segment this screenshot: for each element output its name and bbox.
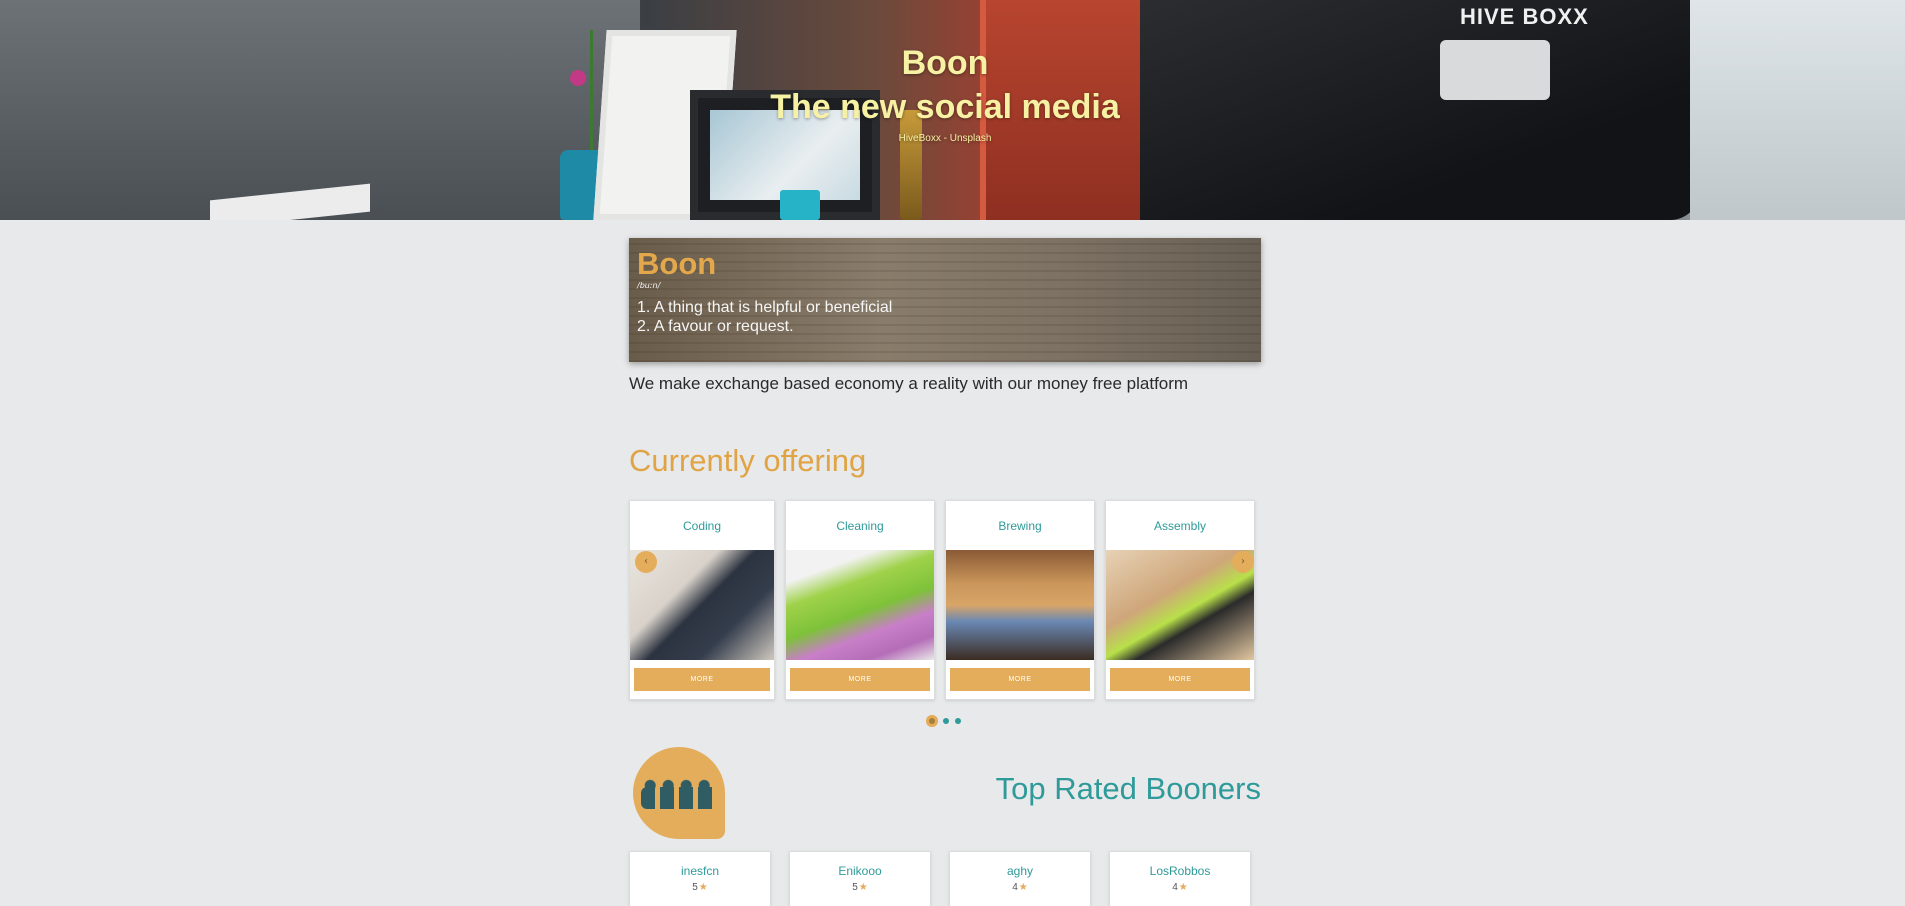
- more-button[interactable]: MORE: [950, 668, 1090, 691]
- definition-card: Boon /buːn/ 1. A thing that is helpful o…: [629, 238, 1261, 362]
- chevron-right-icon[interactable]: ›: [1232, 551, 1254, 573]
- hero-photo-credit[interactable]: HiveBoxx - Unsplash: [0, 133, 1890, 144]
- star-icon: ★: [1178, 882, 1188, 893]
- user-name[interactable]: inesfcn: [630, 864, 770, 878]
- hero-title: Boon: [901, 44, 989, 82]
- offering-card[interactable]: Coding MORE: [629, 500, 775, 700]
- offering-category: Coding: [682, 519, 722, 533]
- user-card[interactable]: aghy 4★: [949, 851, 1091, 906]
- hero-subtitle: The new social media: [770, 88, 1120, 126]
- hero-box-brand: HIVE BOXX: [1460, 4, 1589, 29]
- more-button[interactable]: MORE: [634, 668, 770, 691]
- user-rating: 4★: [1012, 882, 1028, 893]
- user-name[interactable]: LosRobbos: [1110, 864, 1250, 878]
- offering-image: [946, 550, 1094, 660]
- user-rating: 5★: [692, 882, 708, 893]
- chevron-left-icon[interactable]: ‹: [635, 551, 657, 573]
- carousel-dot[interactable]: [955, 718, 961, 724]
- definition-meaning-2: 2. A favour or request.: [637, 318, 794, 335]
- offering-card[interactable]: Brewing MORE: [945, 500, 1095, 700]
- hero-cup: [780, 190, 820, 220]
- more-button[interactable]: MORE: [1110, 668, 1250, 691]
- offering-card[interactable]: Cleaning MORE: [785, 500, 935, 700]
- carousel-dot[interactable]: [943, 718, 949, 724]
- user-name[interactable]: aghy: [950, 864, 1090, 878]
- offering-image: [1106, 550, 1254, 660]
- user-rating: 5★: [852, 882, 868, 893]
- definition-meaning-1: 1. A thing that is helpful or beneficial: [637, 299, 893, 316]
- definition-word: Boon: [637, 246, 717, 281]
- star-icon: ★: [858, 882, 868, 893]
- booners-logo-icon: [633, 747, 725, 839]
- user-name[interactable]: Enikooo: [790, 864, 930, 878]
- offering-category: Cleaning: [836, 519, 884, 533]
- user-card[interactable]: LosRobbos 4★: [1109, 851, 1251, 906]
- star-icon: ★: [698, 882, 708, 893]
- offering-category: Brewing: [998, 519, 1042, 533]
- tagline: We make exchange based economy a reality…: [629, 374, 1189, 393]
- star-icon: ★: [1018, 882, 1028, 893]
- offering-image: [786, 550, 934, 660]
- user-card[interactable]: inesfcn 5★: [629, 851, 771, 906]
- offering-card[interactable]: Assembly MORE: [1105, 500, 1255, 700]
- carousel-dot-active[interactable]: [926, 715, 938, 727]
- definition-phonetic: /buːn/: [637, 281, 661, 290]
- more-button[interactable]: MORE: [790, 668, 930, 691]
- hero-banner: HIVE BOXX Boon The new social media Hive…: [0, 0, 1905, 220]
- offering-category: Assembly: [1153, 519, 1206, 533]
- top-rated-title: Top Rated Booners: [995, 771, 1261, 806]
- user-card[interactable]: Enikooo 5★: [789, 851, 931, 906]
- user-rating: 4★: [1172, 882, 1188, 893]
- offering-title: Currently offering: [629, 443, 867, 478]
